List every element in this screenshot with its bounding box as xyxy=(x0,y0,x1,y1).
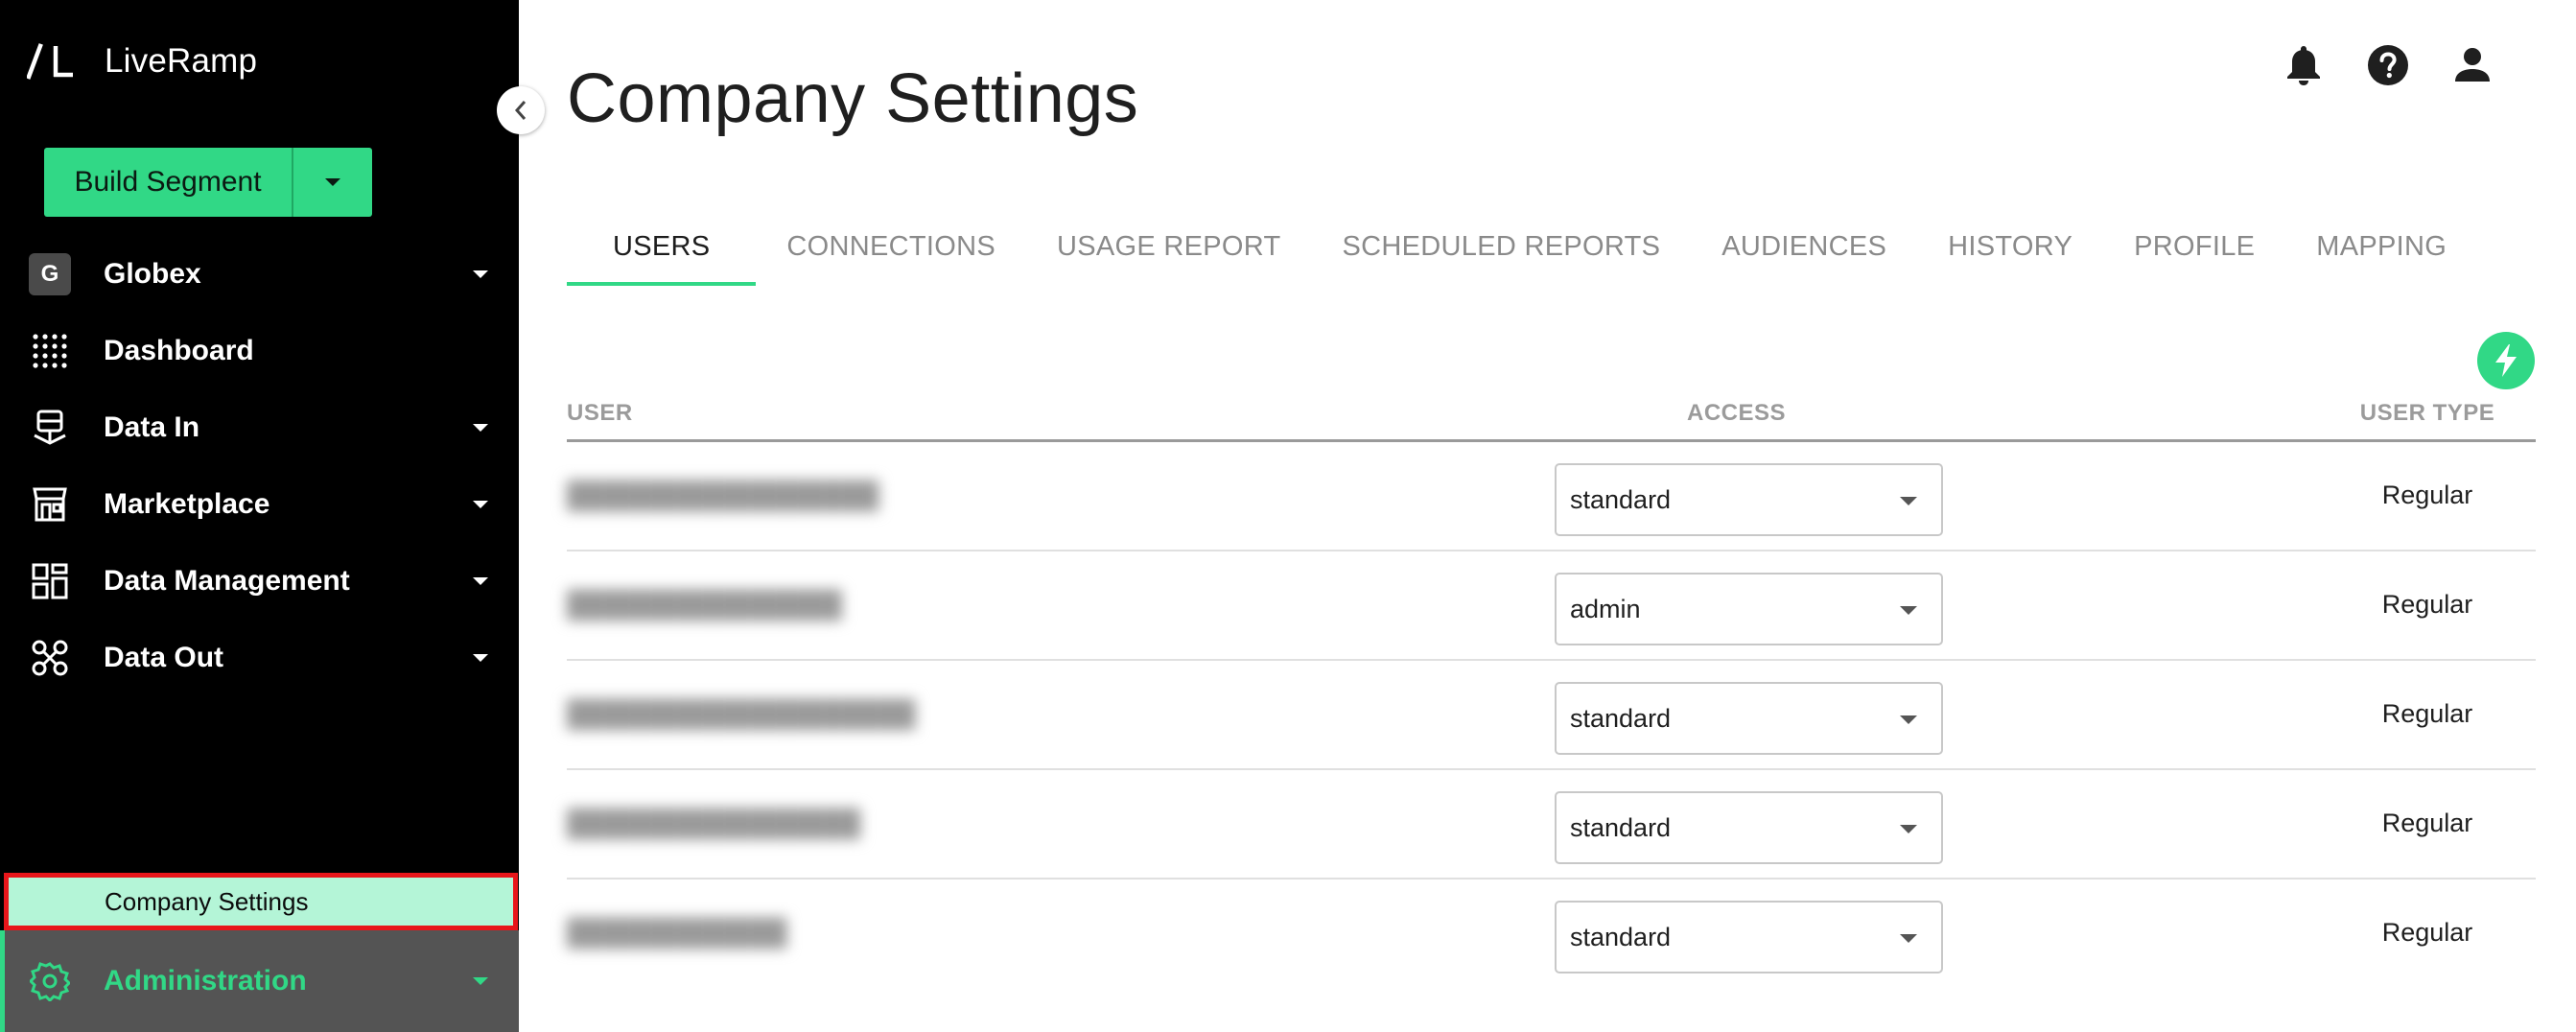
help-icon xyxy=(2368,45,2408,85)
access-select[interactable]: standard xyxy=(1555,791,1943,864)
bell-icon xyxy=(2287,46,2320,85)
dashboard-icon xyxy=(28,329,72,373)
sidebar-item-label: Administration xyxy=(104,965,307,997)
tab-profile[interactable]: PROFILE xyxy=(2103,207,2285,286)
tab-connections[interactable]: CONNECTIONS xyxy=(756,207,1026,286)
caret-down-icon xyxy=(468,569,493,594)
quick-action-button[interactable] xyxy=(2477,332,2535,389)
sidebar: LiveRamp Build Segment G Globex Dashboar… xyxy=(0,0,519,1032)
collapse-sidebar-button[interactable] xyxy=(497,86,545,134)
sidebar-item-label: Marketplace xyxy=(104,488,270,520)
tab-users[interactable]: USERS xyxy=(567,207,757,286)
sidebar-item-label: Data Management xyxy=(104,565,350,597)
access-select[interactable]: standard xyxy=(1555,901,1943,973)
sidebar-item-company-settings[interactable]: Company Settings xyxy=(4,873,518,930)
data-management-icon xyxy=(28,559,72,603)
user-type: Regular xyxy=(2381,699,2473,728)
sidebar-item-marketplace[interactable]: Marketplace xyxy=(0,466,519,543)
sidebar-item-data-in[interactable]: Data In xyxy=(0,389,519,466)
caret-down-icon xyxy=(1897,711,1920,728)
tab-mapping[interactable]: MAPPING xyxy=(2285,207,2477,286)
caret-down-icon xyxy=(1897,820,1920,837)
account-button[interactable] xyxy=(2449,42,2495,88)
caret-down-icon xyxy=(468,969,493,994)
access-select[interactable]: standard xyxy=(1555,463,1943,536)
access-select-value: standard xyxy=(1570,484,1672,514)
sidebar-item-label: Data In xyxy=(104,411,200,443)
help-button[interactable] xyxy=(2365,42,2411,88)
access-select-value: standard xyxy=(1570,922,1672,951)
sidebar-item-label: Dashboard xyxy=(104,335,254,366)
account-name: Globex xyxy=(104,258,201,290)
header-actions xyxy=(2281,42,2534,88)
access-select[interactable]: admin xyxy=(1555,573,1943,645)
users-table: USER ACCESS USER TYPE █████████████████ … xyxy=(567,388,2536,989)
table-row: █████████████████ standard Regular xyxy=(567,442,2536,551)
account-initial: G xyxy=(29,253,71,295)
caret-down-icon xyxy=(1897,929,1920,947)
user-email-redacted: ███████████████ xyxy=(567,590,842,619)
tab-history[interactable]: HISTORY xyxy=(1917,207,2103,286)
build-segment-dropdown-button[interactable] xyxy=(293,148,372,217)
data-in-icon xyxy=(28,406,72,450)
logo[interactable]: LiveRamp xyxy=(27,42,257,81)
caret-down-icon xyxy=(468,415,493,440)
caret-down-icon xyxy=(1897,492,1920,509)
sidebar-item-data-out[interactable]: Data Out xyxy=(0,620,519,696)
user-type: Regular xyxy=(2381,809,2473,837)
table-row: ████████████ standard Regular xyxy=(567,880,2536,989)
gear-icon xyxy=(28,959,72,1003)
tab-scheduled-reports[interactable]: SCHEDULED REPORTS xyxy=(1312,207,1692,286)
column-header-access[interactable]: ACCESS xyxy=(1687,400,1786,427)
tab-audiences[interactable]: AUDIENCES xyxy=(1691,207,1917,286)
user-type: Regular xyxy=(2381,918,2473,947)
account-avatar: G xyxy=(28,252,72,296)
access-select-value: standard xyxy=(1570,812,1672,842)
table-row: ████████████████ standard Regular xyxy=(567,770,2536,880)
account-icon xyxy=(2455,48,2490,82)
account-switcher[interactable]: G Globex xyxy=(0,236,519,313)
column-header-user[interactable]: USER xyxy=(567,400,633,427)
table-row: ███████████████████ standard Regular xyxy=(567,661,2536,770)
user-type: Regular xyxy=(2381,481,2473,509)
brand-name: LiveRamp xyxy=(105,42,258,80)
caret-down-icon xyxy=(468,645,493,670)
page-title: Company Settings xyxy=(567,60,1139,137)
table-header: USER ACCESS USER TYPE xyxy=(567,388,2536,442)
user-type: Regular xyxy=(2381,590,2473,619)
lightning-bolt-icon xyxy=(2495,344,2517,377)
sidebar-item-data-management[interactable]: Data Management xyxy=(0,543,519,620)
settings-tabs: USERS CONNECTIONS USAGE REPORT SCHEDULED… xyxy=(567,207,2477,286)
table-row: ███████████████ admin Regular xyxy=(567,551,2536,661)
sidebar-item-label: Data Out xyxy=(104,642,224,673)
build-segment-button[interactable]: Build Segment xyxy=(44,148,293,217)
marketplace-icon xyxy=(28,482,72,527)
tab-usage-report[interactable]: USAGE REPORT xyxy=(1026,207,1312,286)
user-email-redacted: █████████████████ xyxy=(567,481,879,509)
access-select-value: standard xyxy=(1570,703,1672,733)
chevron-left-icon xyxy=(514,101,527,120)
access-select[interactable]: standard xyxy=(1555,682,1943,755)
caret-down-icon xyxy=(325,178,340,186)
column-header-user-type[interactable]: USER TYPE xyxy=(2266,400,2576,427)
caret-down-icon xyxy=(468,492,493,517)
liveramp-logo-icon xyxy=(27,43,73,80)
user-email-redacted: ███████████████████ xyxy=(567,699,916,728)
notifications-button[interactable] xyxy=(2281,42,2327,88)
sidebar-item-dashboard[interactable]: Dashboard xyxy=(0,313,519,389)
caret-down-icon xyxy=(468,262,493,287)
data-out-icon xyxy=(28,636,72,680)
user-email-redacted: ████████████ xyxy=(567,918,787,947)
sidebar-item-administration[interactable]: Administration xyxy=(0,930,519,1032)
build-segment-button-group: Build Segment xyxy=(44,148,372,217)
access-select-value: admin xyxy=(1570,594,1641,623)
user-email-redacted: ████████████████ xyxy=(567,809,861,837)
sidebar-item-label: Company Settings xyxy=(105,886,309,916)
caret-down-icon xyxy=(1897,601,1920,619)
